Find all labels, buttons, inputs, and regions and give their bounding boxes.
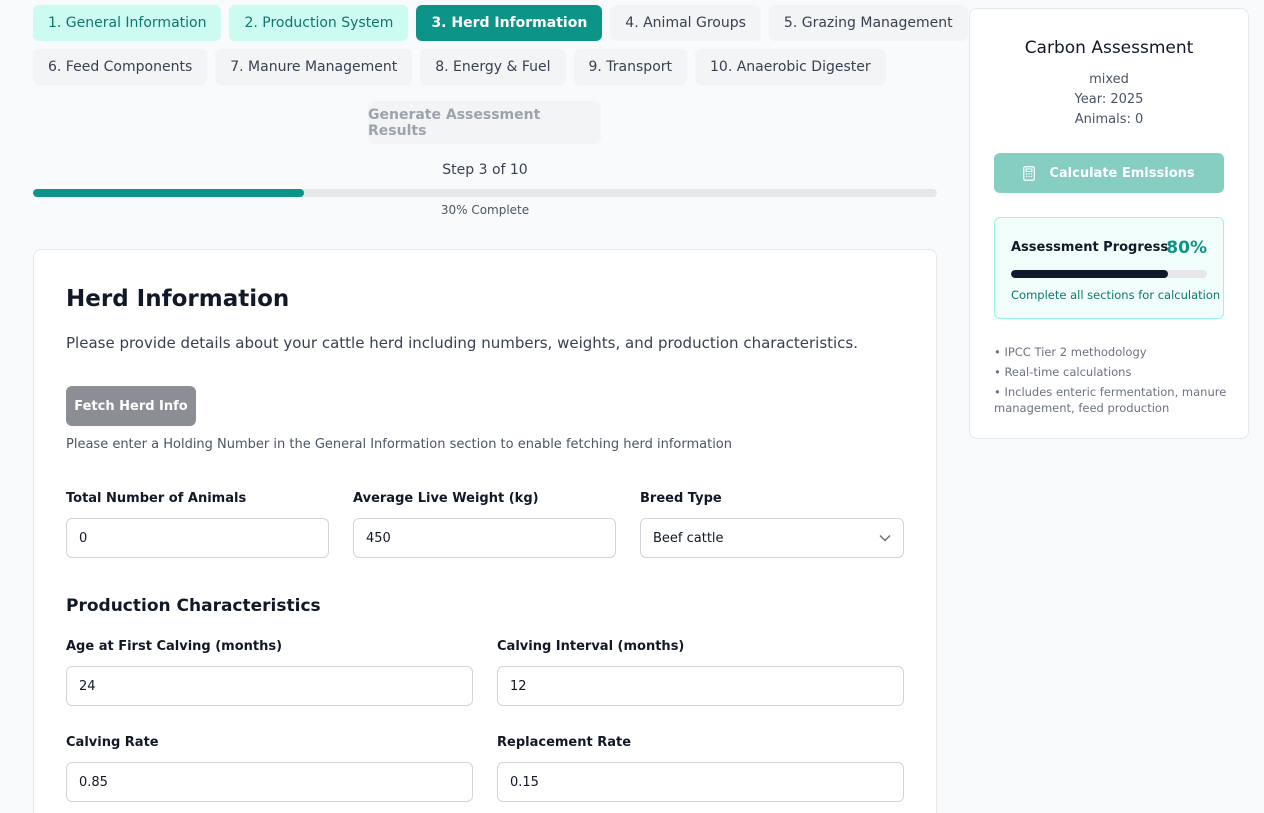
calculate-emissions-button[interactable]: Calculate Emissions <box>994 153 1224 193</box>
production-characteristics-heading: Production Characteristics <box>66 596 321 616</box>
page-description: Please provide details about your cattle… <box>66 334 859 352</box>
assessment-year: Year: 2025 <box>1074 92 1144 107</box>
step-nav-row-1: 1. General Information 2. Production Sys… <box>33 5 968 41</box>
methodology-notes: • IPCC Tier 2 methodology • Real-time ca… <box>994 344 1230 420</box>
age-first-calving-label: Age at First Calving (months) <box>66 639 283 654</box>
avg-weight-label: Average Live Weight (kg) <box>353 491 539 506</box>
panel-title: Carbon Assessment <box>1024 38 1194 58</box>
step-counter: Step 3 of 10 <box>442 162 528 178</box>
assessment-progress-title: Assessment Progress <box>1011 240 1169 255</box>
generate-results-button[interactable]: Generate Assessment Results <box>368 101 601 144</box>
step-anaerobic-digester[interactable]: 10. Anaerobic Digester <box>695 49 886 85</box>
animal-count: Animals: 0 <box>1074 112 1144 127</box>
replacement-rate-input[interactable]: 0.15 <box>497 762 904 802</box>
breed-type-label: Breed Type <box>640 491 722 506</box>
note-item: • Includes enteric fermentation, manure … <box>994 385 1227 415</box>
note-item: • IPCC Tier 2 methodology <box>994 345 1147 359</box>
calving-interval-input[interactable]: 12 <box>497 666 904 706</box>
step-production-system[interactable]: 2. Production System <box>229 5 409 41</box>
breed-type-value: Beef cattle <box>653 530 724 546</box>
herd-information-card: Herd Information Please provide details … <box>33 249 937 813</box>
progress-percent-label: 30% Complete <box>440 203 530 217</box>
calving-rate-input[interactable]: 0.85 <box>66 762 473 802</box>
progress-bar <box>33 189 937 197</box>
step-grazing-management[interactable]: 5. Grazing Management <box>768 5 968 41</box>
fetch-herd-info-button[interactable]: Fetch Herd Info <box>66 386 196 426</box>
fetch-hint-text: Please enter a Holding Number in the Gen… <box>66 437 733 452</box>
note-item: • Real-time calculations <box>994 365 1132 379</box>
calving-interval-label: Calving Interval (months) <box>497 639 685 654</box>
step-transport[interactable]: 9. Transport <box>573 49 688 85</box>
page-title: Herd Information <box>66 286 290 312</box>
avg-weight-input[interactable]: 450 <box>353 518 616 558</box>
step-animal-groups[interactable]: 4. Animal Groups <box>610 5 761 41</box>
calculator-icon <box>1023 165 1036 181</box>
step-feed-components[interactable]: 6. Feed Components <box>33 49 208 85</box>
assessment-progress-note: Complete all sections for calculation <box>1011 288 1221 302</box>
assessment-progress-box: Assessment Progress 80% Complete all sec… <box>994 217 1224 319</box>
chevron-down-icon <box>879 534 891 542</box>
replacement-rate-label: Replacement Rate <box>497 735 632 750</box>
carbon-assessment-panel: Carbon Assessment mixed Year: 2025 Anima… <box>969 8 1249 439</box>
breed-type-select[interactable]: Beef cattle <box>640 518 904 558</box>
progress-bar-fill <box>33 189 305 197</box>
age-first-calving-input[interactable]: 24 <box>66 666 473 706</box>
total-animals-label: Total Number of Animals <box>66 491 247 506</box>
calculate-emissions-label: Calculate Emissions <box>1049 165 1195 181</box>
assessment-progress-fill <box>1011 270 1168 278</box>
assessment-progress-bar <box>1011 270 1207 278</box>
calving-rate-label: Calving Rate <box>66 735 159 750</box>
production-system-value: mixed <box>1089 72 1129 87</box>
assessment-progress-percent: 80% <box>1166 238 1207 258</box>
step-energy-fuel[interactable]: 8. Energy & Fuel <box>420 49 566 85</box>
total-animals-input[interactable]: 0 <box>66 518 329 558</box>
step-herd-information[interactable]: 3. Herd Information <box>416 5 603 41</box>
step-nav-row-2: 6. Feed Components 7. Manure Management … <box>33 49 886 85</box>
step-manure-management[interactable]: 7. Manure Management <box>215 49 413 85</box>
step-general-information[interactable]: 1. General Information <box>33 5 222 41</box>
